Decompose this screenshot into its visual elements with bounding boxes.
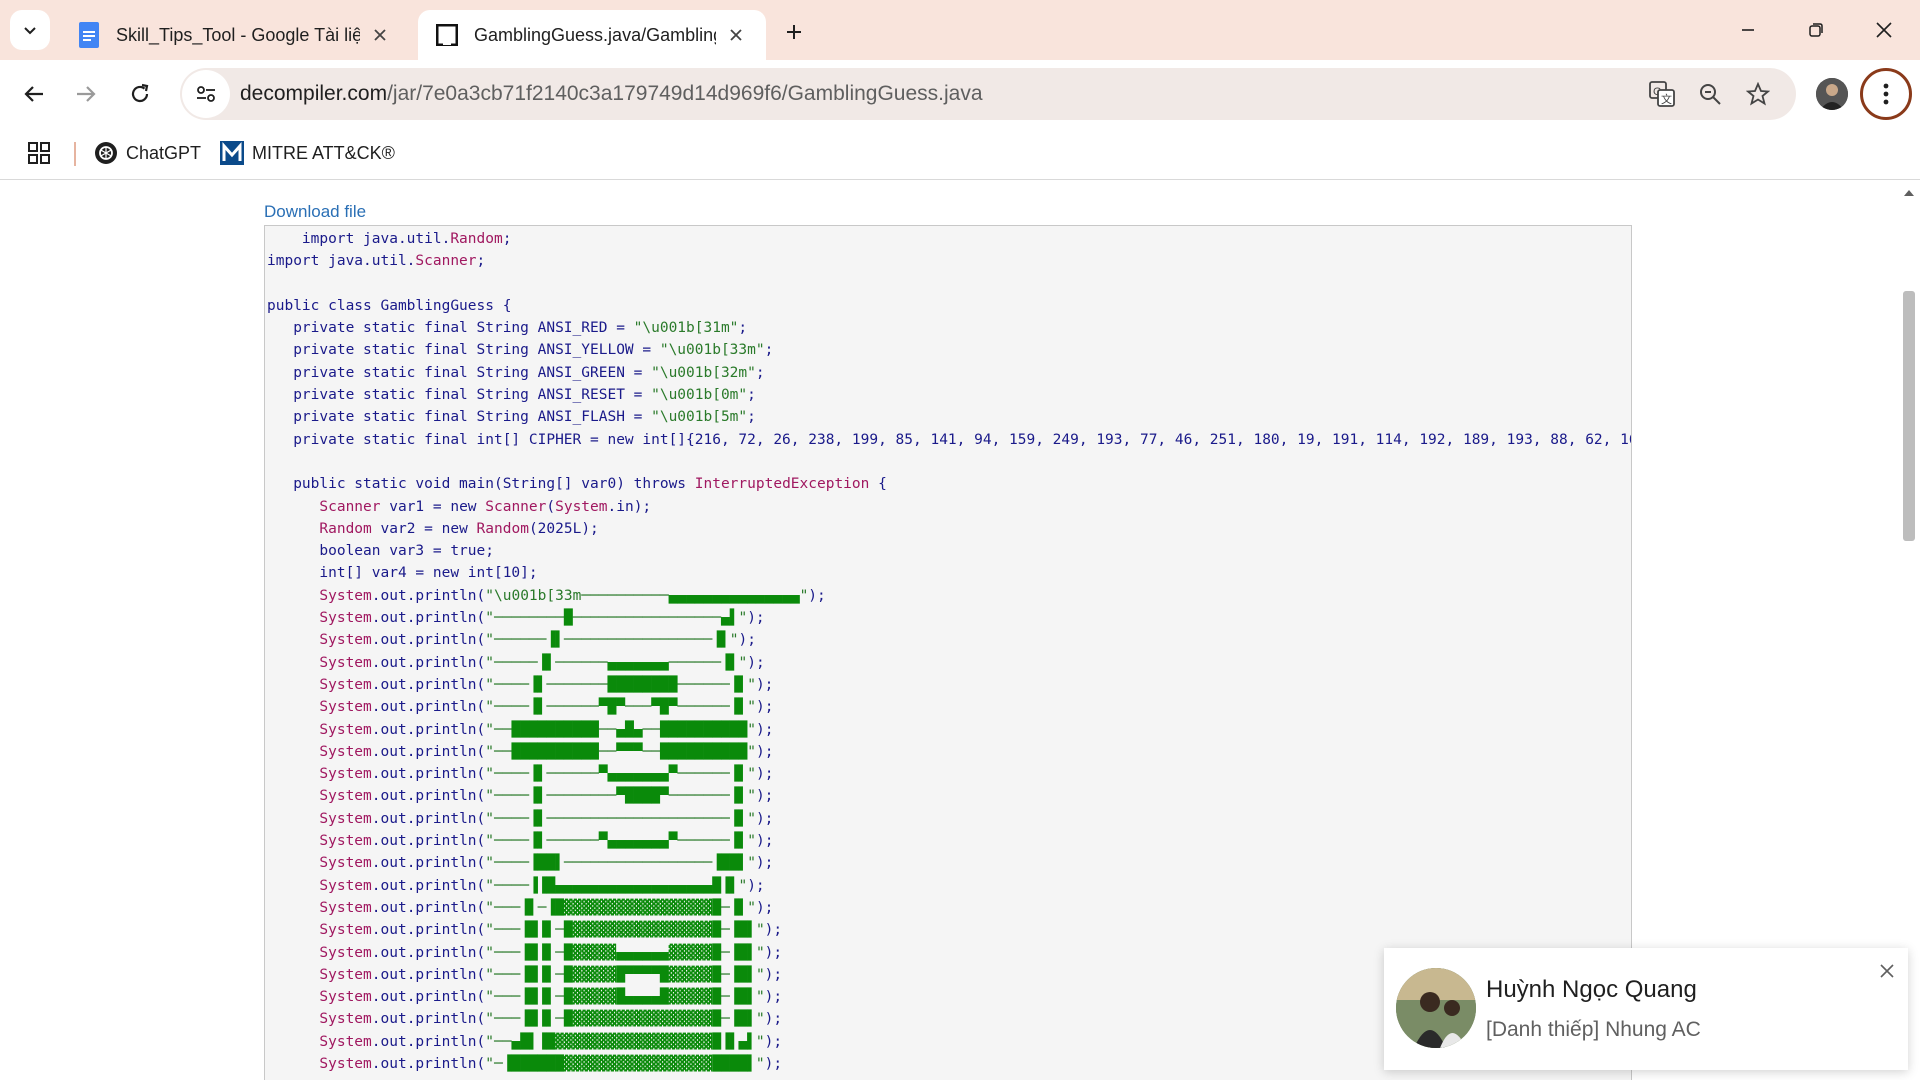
code-line: System.out.println("────▐▌────────▀████▀… [319,788,774,805]
notification-message: [Danh thiếp] Nhung AC [1486,1018,1701,1041]
tab-title: GamblingGuess.java/GamblingGuess [474,24,716,45]
code-line: private static final String ANSI_GREEN =… [267,364,765,381]
bookmark-chatgpt[interactable]: ChatGPT [94,136,201,170]
bookmark-star-icon[interactable] [1742,78,1774,110]
code-line: System.out.println("──────▐▌────────────… [319,632,756,649]
code-line: public class GamblingGuess { [267,297,512,314]
reload-icon [131,83,149,103]
minimize-icon [1742,29,1754,31]
restore-button[interactable] [1782,0,1850,60]
download-file-link[interactable]: Download file [264,202,366,222]
code-line: System.out.println("────▐▌──────────────… [319,810,774,827]
zoom-icon[interactable] [1694,78,1726,110]
code-line: System.out.println("──██████████──▄█▄──█… [319,721,774,738]
code-line: private static final int[] CIPHER = new … [267,431,1632,448]
code-line: private static final String ANSI_RESET =… [267,387,756,404]
apps-button[interactable] [24,138,54,168]
google-docs-icon [76,22,102,48]
browser-toolbar: decompiler.com/jar/7e0a3cb71f2140c3a1797… [0,60,1920,128]
page-content: Download file import java.util.Random; im… [0,181,1898,1080]
profile-icon [1816,78,1848,110]
bookmarks-bar: ChatGPT MITRE ATT&CK® [0,128,1920,180]
minimize-button[interactable] [1714,0,1782,60]
code-line: System.out.println("────▐▌──────▀█▀───▀█… [319,699,774,716]
bookmark-separator [74,142,76,166]
notification-sender: Huỳnh Ngọc Quang [1486,976,1697,1003]
translate-icon[interactable]: G文 [1646,78,1678,110]
tab-title: Skill_Tips_Tool - Google Tài liệu [116,24,360,45]
url-text[interactable]: decompiler.com/jar/7e0a3cb71f2140c3a1797… [240,82,983,106]
code-line: Random var2 = new Random(2025L); [319,520,599,537]
profile-avatar[interactable] [1816,78,1848,110]
apps-grid-icon [28,142,50,164]
site-info-icon[interactable] [182,70,230,118]
close-window-button[interactable] [1850,0,1918,60]
reload-button[interactable] [120,74,160,114]
code-line: System.out.println("────▐▌───────███████… [319,676,774,693]
tab-google-docs[interactable]: Skill_Tips_Tool - Google Tài liệu [60,10,410,60]
sender-avatar [1396,968,1476,1048]
code-line: Scanner var1 = new Scanner(System.in); [319,498,652,515]
code-line: System.out.println("──██████████──▀▀▀──█… [319,743,774,760]
notification-close-icon[interactable] [1874,958,1900,984]
code-line: private static final String ANSI_FLASH =… [267,409,756,426]
page-scrollbar[interactable] [1898,181,1920,1080]
code-line: int[] var4 = new int[10]; [267,565,538,582]
url-path: /jar/7e0a3cb71f2140c3a179749d14d969f6/Ga… [387,82,983,105]
chevron-down-icon [24,27,36,35]
arrow-right-icon [77,86,96,102]
code-line: System.out.println("────▐██▌────────────… [319,855,774,872]
tab-strip: Skill_Tips_Tool - Google Tài liệu Gambli… [0,0,1920,60]
code-line: System.out.println("───▐█▐▌─█▓▓▓▓▓▓▓▓▓▓▓… [319,922,783,939]
code-line: public static void main(String[] var0) t… [267,476,887,493]
scrollbar-thumb[interactable] [1903,291,1915,541]
bookmark-label: MITRE ATT&CK® [252,142,395,163]
code-line: boolean var3 = true; [267,543,494,560]
chatgpt-icon [94,141,118,165]
arrow-left-icon [24,86,43,102]
tab-close-icon[interactable] [366,21,394,49]
new-tab-button[interactable] [776,14,812,50]
menu-button[interactable] [1860,68,1912,120]
person-photo-icon [1396,968,1476,1048]
close-icon [1876,22,1892,38]
code-line: private static final String ANSI_RED = "… [267,320,748,337]
back-button[interactable] [14,74,54,114]
restore-icon [1809,23,1823,37]
tab-search-button[interactable] [10,10,50,50]
plus-icon [787,25,801,39]
url-domain: decompiler.com [240,82,388,105]
code-line: import java.util.Random; [267,231,512,247]
forward-button[interactable] [66,74,106,114]
message-notification[interactable]: Huỳnh Ngọc Quang [Danh thiếp] Nhung AC [1384,948,1908,1070]
svg-text:文: 文 [1661,92,1672,106]
code-line: System.out.println("\u001b[33m──────────… [319,587,826,604]
bookmark-mitre[interactable]: MITRE ATT&CK® [220,136,395,170]
code-line: System.out.println("────▐▌──────▀▄▄▄▄▄▄▄… [319,833,774,850]
bookmark-label: ChatGPT [126,142,202,163]
code-line: System.out.println("───▐▌─▐█▓▓▓▓▓▓▓▓▓▓▓▓… [319,899,774,916]
mitre-icon [220,141,244,165]
tab-gamblingguess[interactable]: GamblingGuess.java/GamblingGuess [418,10,766,60]
code-line: System.out.println("────────█───────────… [319,610,765,627]
decompiler-favicon-icon [434,22,460,48]
more-vert-icon [1883,83,1889,105]
tab-close-icon[interactable] [722,21,750,49]
code-line: System.out.println("─────▐▌──────▄▄▄▄▄▄▄… [319,654,765,671]
scroll-up-arrow-icon[interactable] [1902,187,1916,199]
code-line: System.out.println("────▐▌──────▀▄▄▄▄▄▄▄… [319,766,774,783]
code-line: import java.util.Scanner; [267,253,486,270]
code-line: private static final String ANSI_YELLOW … [267,342,774,359]
address-bar[interactable]: decompiler.com/jar/7e0a3cb71f2140c3a1797… [180,68,1796,120]
code-line: System.out.println("────▐▐█▄▄▄▄▄▄▄▄▄▄▄▄▄… [319,877,765,894]
